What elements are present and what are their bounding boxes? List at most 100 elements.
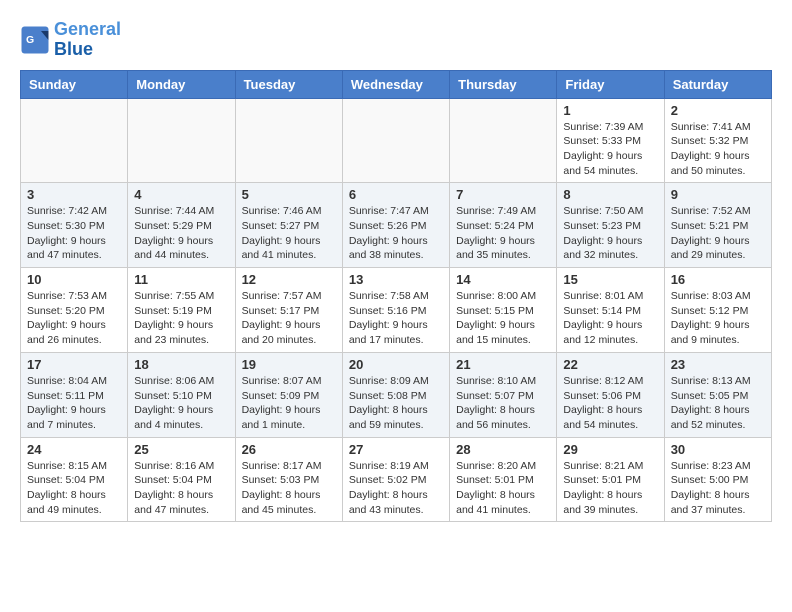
day-number: 13 [349, 272, 443, 287]
day-info: Sunrise: 8:09 AMSunset: 5:08 PMDaylight:… [349, 374, 443, 433]
day-info: Sunrise: 8:01 AMSunset: 5:14 PMDaylight:… [563, 289, 657, 348]
day-cell: 7Sunrise: 7:49 AMSunset: 5:24 PMDaylight… [450, 183, 557, 268]
day-number: 15 [563, 272, 657, 287]
calendar-body: 1 Sunrise: 7:39 AMSunset: 5:33 PMDaylight… [21, 98, 772, 522]
day-cell: 15 Sunrise: 8:01 AMSunset: 5:14 PMDayligh… [557, 268, 664, 353]
svg-text:G: G [26, 34, 34, 46]
day-info: Sunrise: 8:13 AMSunset: 5:05 PMDaylight:… [671, 374, 765, 433]
day-cell: 25 Sunrise: 8:16 AMSunset: 5:04 PMDayligh… [128, 437, 235, 522]
day-number: 4 [134, 187, 228, 202]
logo-text: General [54, 20, 121, 40]
day-cell: 30Sunrise: 8:23 AMSunset: 5:00 PMDayligh… [664, 437, 771, 522]
day-number: 14 [456, 272, 550, 287]
day-info: Sunrise: 8:19 AMSunset: 5:02 PMDaylight:… [349, 459, 443, 518]
day-number: 11 [134, 272, 228, 287]
day-info: Sunrise: 7:52 AMSunset: 5:21 PMDaylight:… [671, 204, 765, 263]
day-cell: 16 Sunrise: 8:03 AMSunset: 5:12 PMDayligh… [664, 268, 771, 353]
day-info: Sunrise: 8:20 AMSunset: 5:01 PMDaylight:… [456, 459, 550, 518]
day-number: 5 [242, 187, 336, 202]
day-info: Sunrise: 8:04 AMSunset: 5:11 PMDaylight:… [27, 374, 121, 433]
day-info: Sunrise: 7:49 AMSunset: 5:24 PMDaylight:… [456, 204, 550, 263]
weekday-header-thursday: Thursday [450, 70, 557, 98]
day-number: 10 [27, 272, 121, 287]
day-number: 27 [349, 442, 443, 457]
day-info: Sunrise: 8:12 AMSunset: 5:06 PMDaylight:… [563, 374, 657, 433]
day-cell: 1 Sunrise: 7:39 AMSunset: 5:33 PMDaylight… [557, 98, 664, 183]
empty-cell [128, 98, 235, 183]
day-number: 16 [671, 272, 765, 287]
day-number: 25 [134, 442, 228, 457]
day-number: 3 [27, 187, 121, 202]
day-cell: 19 Sunrise: 8:07 AMSunset: 5:09 PMDayligh… [235, 352, 342, 437]
day-number: 2 [671, 103, 765, 118]
calendar-week-row: 1 Sunrise: 7:39 AMSunset: 5:33 PMDaylight… [21, 98, 772, 183]
day-info: Sunrise: 8:21 AMSunset: 5:01 PMDaylight:… [563, 459, 657, 518]
day-cell: 18 Sunrise: 8:06 AMSunset: 5:10 PMDayligh… [128, 352, 235, 437]
day-info: Sunrise: 7:50 AMSunset: 5:23 PMDaylight:… [563, 204, 657, 263]
weekday-header-monday: Monday [128, 70, 235, 98]
day-number: 24 [27, 442, 121, 457]
day-cell: 2 Sunrise: 7:41 AMSunset: 5:32 PMDaylight… [664, 98, 771, 183]
empty-cell [21, 98, 128, 183]
day-cell: 26Sunrise: 8:17 AMSunset: 5:03 PMDayligh… [235, 437, 342, 522]
day-number: 20 [349, 357, 443, 372]
day-cell: 12 Sunrise: 7:57 AMSunset: 5:17 PMDayligh… [235, 268, 342, 353]
calendar-week-row: 24 Sunrise: 8:15 AMSunset: 5:04 PMDayligh… [21, 437, 772, 522]
calendar-week-row: 10 Sunrise: 7:53 AMSunset: 5:20 PMDayligh… [21, 268, 772, 353]
day-number: 18 [134, 357, 228, 372]
day-info: Sunrise: 7:53 AMSunset: 5:20 PMDaylight:… [27, 289, 121, 348]
day-cell: 4 Sunrise: 7:44 AMSunset: 5:29 PMDaylight… [128, 183, 235, 268]
day-number: 21 [456, 357, 550, 372]
day-cell: 11Sunrise: 7:55 AMSunset: 5:19 PMDayligh… [128, 268, 235, 353]
day-info: Sunrise: 8:15 AMSunset: 5:04 PMDaylight:… [27, 459, 121, 518]
day-info: Sunrise: 7:42 AMSunset: 5:30 PMDaylight:… [27, 204, 121, 263]
day-cell: 24 Sunrise: 8:15 AMSunset: 5:04 PMDayligh… [21, 437, 128, 522]
day-info: Sunrise: 8:06 AMSunset: 5:10 PMDaylight:… [134, 374, 228, 433]
day-info: Sunrise: 8:17 AMSunset: 5:03 PMDaylight:… [242, 459, 336, 518]
day-info: Sunrise: 8:07 AMSunset: 5:09 PMDaylight:… [242, 374, 336, 433]
day-info: Sunrise: 7:47 AMSunset: 5:26 PMDaylight:… [349, 204, 443, 263]
day-number: 17 [27, 357, 121, 372]
calendar-week-row: 17 Sunrise: 8:04 AMSunset: 5:11 PMDayligh… [21, 352, 772, 437]
logo: G General Blue [20, 20, 121, 60]
day-info: Sunrise: 8:00 AMSunset: 5:15 PMDaylight:… [456, 289, 550, 348]
weekday-header-sunday: Sunday [21, 70, 128, 98]
day-info: Sunrise: 7:39 AMSunset: 5:33 PMDaylight:… [563, 120, 657, 179]
day-cell: 14 Sunrise: 8:00 AMSunset: 5:15 PMDayligh… [450, 268, 557, 353]
day-cell: 23Sunrise: 8:13 AMSunset: 5:05 PMDayligh… [664, 352, 771, 437]
day-number: 22 [563, 357, 657, 372]
day-info: Sunrise: 7:44 AMSunset: 5:29 PMDaylight:… [134, 204, 228, 263]
day-number: 19 [242, 357, 336, 372]
weekday-header-wednesday: Wednesday [342, 70, 449, 98]
day-cell: 20 Sunrise: 8:09 AMSunset: 5:08 PMDayligh… [342, 352, 449, 437]
day-cell: 5 Sunrise: 7:46 AMSunset: 5:27 PMDaylight… [235, 183, 342, 268]
day-info: Sunrise: 8:16 AMSunset: 5:04 PMDaylight:… [134, 459, 228, 518]
day-cell: 8 Sunrise: 7:50 AMSunset: 5:23 PMDaylight… [557, 183, 664, 268]
day-cell: 6Sunrise: 7:47 AMSunset: 5:26 PMDaylight… [342, 183, 449, 268]
day-number: 9 [671, 187, 765, 202]
day-cell: 29Sunrise: 8:21 AMSunset: 5:01 PMDayligh… [557, 437, 664, 522]
day-info: Sunrise: 8:10 AMSunset: 5:07 PMDaylight:… [456, 374, 550, 433]
calendar-week-row: 3 Sunrise: 7:42 AMSunset: 5:30 PMDaylight… [21, 183, 772, 268]
day-info: Sunrise: 7:58 AMSunset: 5:16 PMDaylight:… [349, 289, 443, 348]
logo-icon: G [20, 25, 50, 55]
day-cell: 17 Sunrise: 8:04 AMSunset: 5:11 PMDayligh… [21, 352, 128, 437]
day-number: 12 [242, 272, 336, 287]
day-info: Sunrise: 7:46 AMSunset: 5:27 PMDaylight:… [242, 204, 336, 263]
day-cell: 3 Sunrise: 7:42 AMSunset: 5:30 PMDaylight… [21, 183, 128, 268]
day-cell: 22 Sunrise: 8:12 AMSunset: 5:06 PMDayligh… [557, 352, 664, 437]
day-info: Sunrise: 7:41 AMSunset: 5:32 PMDaylight:… [671, 120, 765, 179]
empty-cell [235, 98, 342, 183]
day-cell: 21 Sunrise: 8:10 AMSunset: 5:07 PMDayligh… [450, 352, 557, 437]
page-header: G General Blue [20, 20, 772, 60]
empty-cell [450, 98, 557, 183]
day-cell: 28Sunrise: 8:20 AMSunset: 5:01 PMDayligh… [450, 437, 557, 522]
weekday-header-saturday: Saturday [664, 70, 771, 98]
day-number: 8 [563, 187, 657, 202]
day-cell: 13 Sunrise: 7:58 AMSunset: 5:16 PMDayligh… [342, 268, 449, 353]
weekday-header-friday: Friday [557, 70, 664, 98]
day-number: 1 [563, 103, 657, 118]
day-info: Sunrise: 8:03 AMSunset: 5:12 PMDaylight:… [671, 289, 765, 348]
day-info: Sunrise: 7:57 AMSunset: 5:17 PMDaylight:… [242, 289, 336, 348]
day-number: 30 [671, 442, 765, 457]
